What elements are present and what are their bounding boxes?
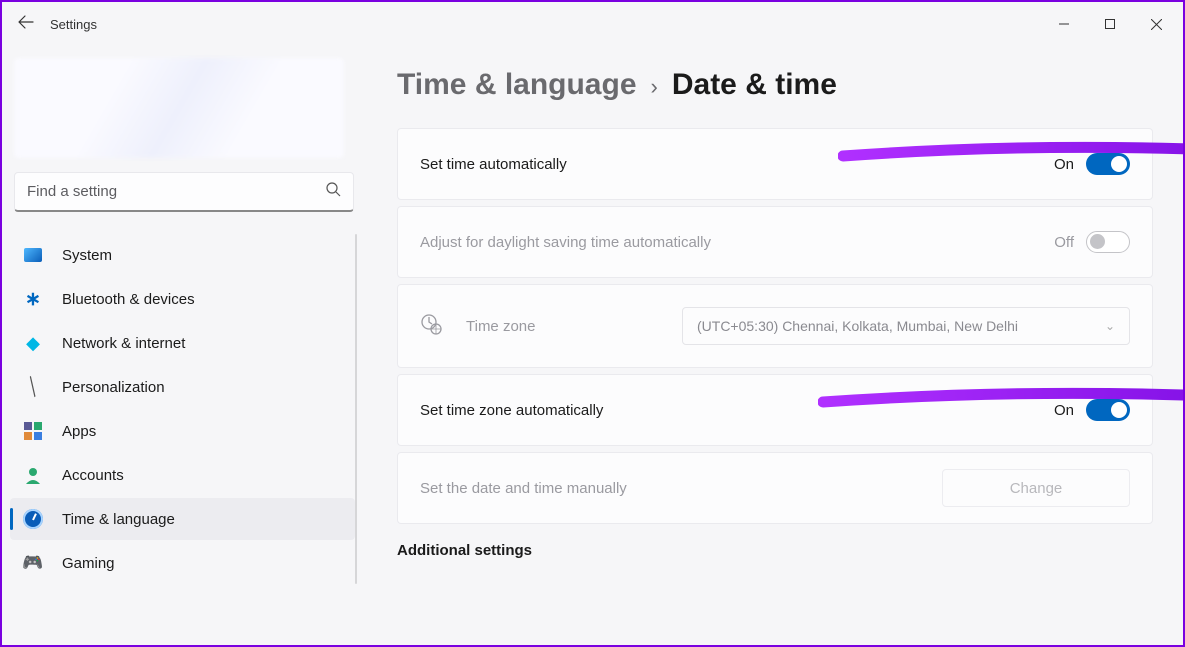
setting-dst-auto: Adjust for daylight saving time automati… (397, 206, 1153, 278)
setting-timezone: Time zone (UTC+05:30) Chennai, Kolkata, … (397, 284, 1153, 368)
sidebar-item-bluetooth[interactable]: ∗ Bluetooth & devices (10, 278, 355, 320)
setting-manual-time: Set the date and time manually Change (397, 452, 1153, 524)
breadcrumb-parent[interactable]: Time & language (397, 68, 637, 102)
maximize-icon (1105, 19, 1115, 29)
sidebar-item-gaming[interactable]: 🎮 Gaming (10, 542, 355, 584)
toggle-set-time-auto[interactable] (1086, 153, 1130, 175)
toggle-state: Off (1054, 234, 1074, 251)
setting-set-time-auto: Set time automatically On (397, 128, 1153, 200)
nav-divider (355, 234, 357, 584)
setting-label: Time zone (466, 318, 682, 335)
sidebar-item-label: Time & language (62, 511, 175, 528)
sidebar-item-label: Accounts (62, 467, 124, 484)
dropdown-value: (UTC+05:30) Chennai, Kolkata, Mumbai, Ne… (697, 318, 1018, 334)
chevron-down-icon: ⌄ (1105, 319, 1115, 333)
person-icon (22, 464, 44, 486)
gamepad-icon: 🎮 (22, 552, 44, 574)
minimize-icon (1059, 19, 1069, 29)
sidebar-item-network[interactable]: ◆ Network & internet (10, 322, 355, 364)
sidebar-item-label: System (62, 247, 112, 264)
change-button: Change (942, 469, 1130, 507)
apps-icon (22, 420, 44, 442)
sidebar-item-accounts[interactable]: Accounts (10, 454, 355, 496)
back-button[interactable] (6, 14, 46, 35)
setting-label: Set time zone automatically (420, 402, 1054, 419)
setting-label: Set the date and time manually (420, 480, 942, 497)
setting-label: Set time automatically (420, 156, 1054, 173)
sidebar-item-system[interactable]: System (10, 234, 355, 276)
chevron-right-icon: › (651, 74, 658, 100)
sidebar-item-label: Bluetooth & devices (62, 291, 195, 308)
sidebar-item-label: Apps (62, 423, 96, 440)
system-icon (22, 244, 44, 266)
window-title: Settings (50, 17, 97, 32)
account-block (14, 58, 344, 158)
setting-label: Adjust for daylight saving time automati… (420, 234, 1054, 251)
sidebar-item-time-language[interactable]: Time & language (10, 498, 355, 540)
close-button[interactable] (1133, 8, 1179, 40)
minimize-button[interactable] (1041, 8, 1087, 40)
sidebar-item-personalization[interactable]: ╱ Personalization (10, 366, 355, 408)
search-box[interactable] (14, 172, 354, 212)
sidebar-item-label: Network & internet (62, 335, 185, 352)
clock-icon (22, 508, 44, 530)
toggle-dst-auto (1086, 231, 1130, 253)
toggle-state: On (1054, 402, 1074, 419)
button-label: Change (1010, 480, 1063, 497)
content: System ∗ Bluetooth & devices ◆ Network &… (2, 46, 1183, 645)
toggle-set-zone-auto[interactable] (1086, 399, 1130, 421)
breadcrumb: Time & language › Date & time (397, 68, 1153, 102)
search-input[interactable] (27, 183, 326, 200)
maximize-button[interactable] (1087, 8, 1133, 40)
sidebar-item-apps[interactable]: Apps (10, 410, 355, 452)
additional-settings-heading: Additional settings (397, 542, 1153, 559)
toggle-state: On (1054, 156, 1074, 173)
titlebar: Settings (2, 2, 1183, 46)
search-icon (326, 182, 341, 201)
brush-icon: ╱ (18, 372, 49, 403)
nav: System ∗ Bluetooth & devices ◆ Network &… (10, 234, 355, 584)
main: Time & language › Date & time Set time a… (367, 46, 1183, 645)
setting-set-zone-auto: Set time zone automatically On (397, 374, 1153, 446)
timezone-dropdown: (UTC+05:30) Chennai, Kolkata, Mumbai, Ne… (682, 307, 1130, 345)
page-title: Date & time (672, 68, 837, 102)
close-icon (1151, 19, 1162, 30)
bluetooth-icon: ∗ (22, 288, 44, 310)
sidebar-item-label: Personalization (62, 379, 165, 396)
arrow-left-icon (18, 14, 34, 30)
sidebar: System ∗ Bluetooth & devices ◆ Network &… (2, 46, 367, 645)
globe-clock-icon (420, 313, 446, 340)
sidebar-item-label: Gaming (62, 555, 115, 572)
wifi-icon: ◆ (22, 332, 44, 354)
window-controls (1041, 8, 1179, 40)
